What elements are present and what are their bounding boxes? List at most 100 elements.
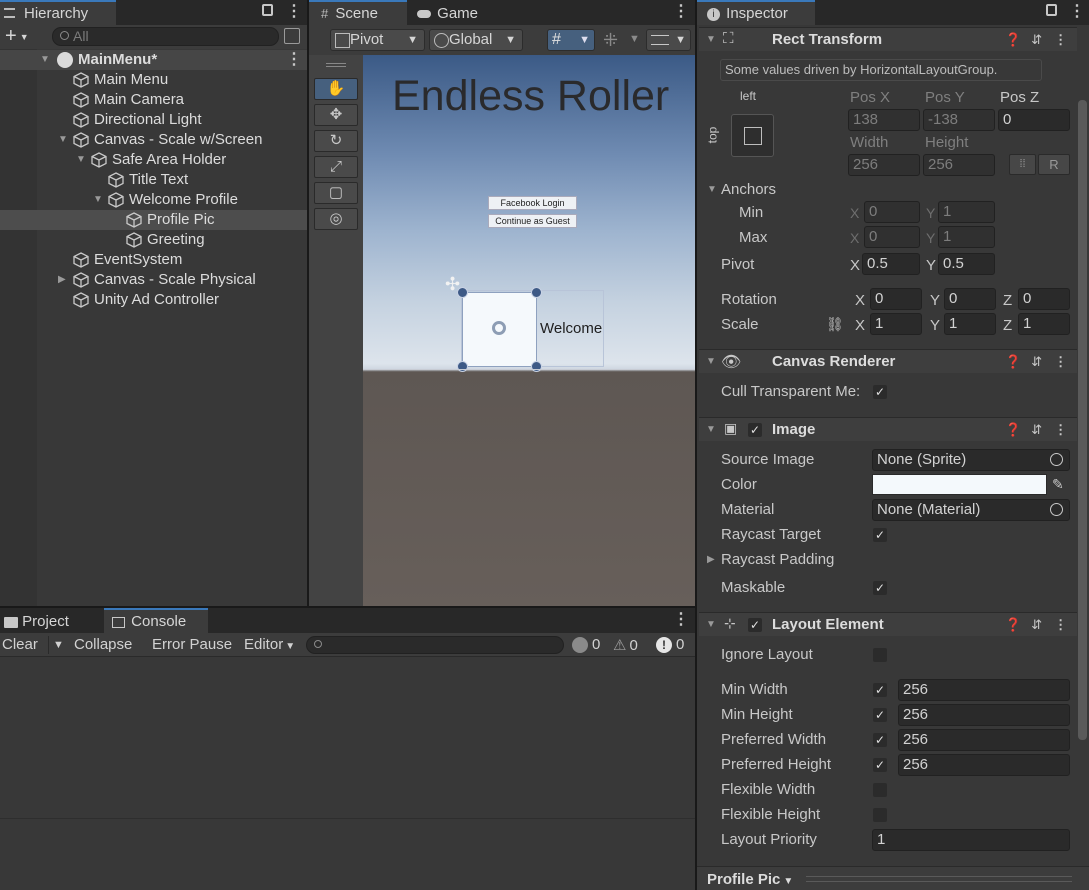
pivot-y-field[interactable]: 0.5 bbox=[938, 253, 995, 275]
min-height-field[interactable]: 256 bbox=[898, 704, 1070, 726]
rotation-z-field[interactable]: 0 bbox=[1018, 288, 1070, 310]
ignore-layout-checkbox[interactable] bbox=[873, 648, 887, 662]
min-width-field[interactable]: 256 bbox=[898, 679, 1070, 701]
handle-icon[interactable] bbox=[457, 361, 468, 372]
object-picker-icon[interactable] bbox=[1050, 453, 1063, 466]
pivot-dropdown[interactable]: Pivot ▼ bbox=[330, 29, 425, 51]
hierarchy-row-title-text[interactable]: Title Text bbox=[0, 170, 307, 190]
material-field[interactable]: None (Material) bbox=[872, 499, 1070, 521]
hierarchy-row-main-menu[interactable]: Main Menu bbox=[0, 70, 307, 90]
component-icons[interactable]: ❓ ⇵ ⋮ bbox=[1005, 28, 1067, 52]
hierarchy-row-greeting[interactable]: Greeting bbox=[0, 230, 307, 250]
layout-element-enabled-checkbox[interactable]: ✓ bbox=[748, 618, 762, 632]
anchor-presets-button[interactable] bbox=[731, 114, 774, 157]
scene-menu-icon[interactable]: ⋮ bbox=[673, 1, 689, 23]
transform-tool[interactable]: ◎ bbox=[314, 208, 358, 230]
snap-increment-icon[interactable]: ⁜ bbox=[603, 30, 618, 50]
continue-as-guest-button[interactable]: Continue as Guest bbox=[488, 214, 577, 228]
expand-arrow-icon[interactable]: ▼ bbox=[40, 50, 50, 70]
flexible-width-checkbox[interactable] bbox=[873, 783, 887, 797]
component-icons[interactable]: ❓ ⇵ ⋮ bbox=[1005, 350, 1067, 374]
image-header[interactable]: ▼ ▣ ✓ Image ❓ ⇵ ⋮ bbox=[699, 417, 1077, 441]
rect-tool[interactable]: ▢ bbox=[314, 182, 358, 204]
scale-z-field[interactable]: 1 bbox=[1018, 313, 1070, 335]
color-swatch[interactable] bbox=[872, 474, 1047, 495]
scene-visibility-icon[interactable] bbox=[284, 28, 300, 44]
error-count-toggle[interactable]: ! 0 bbox=[656, 636, 684, 654]
scale-x-field[interactable]: 1 bbox=[870, 313, 922, 335]
preferred-height-field[interactable]: 256 bbox=[898, 754, 1070, 776]
expand-arrow-icon[interactable]: ▼ bbox=[76, 150, 86, 170]
help-icon[interactable]: ❓ bbox=[1005, 617, 1021, 632]
cull-transparent-checkbox[interactable]: ✓ bbox=[873, 385, 887, 399]
foldout-arrow-icon[interactable]: ▼ bbox=[706, 352, 716, 372]
help-icon[interactable]: ❓ bbox=[1005, 354, 1021, 369]
hierarchy-row-eventsystem[interactable]: EventSystem bbox=[0, 250, 307, 270]
expand-arrow-icon[interactable]: ▼ bbox=[93, 190, 103, 210]
hierarchy-row-safe-area-holder[interactable]: ▼ Safe Area Holder bbox=[0, 150, 307, 170]
clear-button[interactable]: Clear bbox=[2, 636, 38, 653]
preset-icon[interactable]: ⇵ bbox=[1031, 422, 1042, 437]
preferred-width-field[interactable]: 256 bbox=[898, 729, 1070, 751]
console-search-input[interactable] bbox=[306, 636, 564, 654]
tab-scene[interactable]: # Scene bbox=[309, 0, 407, 25]
component-menu-icon[interactable]: ⋮ bbox=[1054, 617, 1067, 632]
clear-options-dropdown[interactable]: ▼ bbox=[48, 636, 68, 654]
component-icons[interactable]: ❓ ⇵ ⋮ bbox=[1005, 418, 1067, 442]
tab-game[interactable]: Game bbox=[409, 0, 499, 25]
rect-transform-header[interactable]: ▼ ⛶ Rect Transform ❓ ⇵ ⋮ bbox=[699, 27, 1077, 51]
move-tool[interactable]: ✥ bbox=[314, 104, 358, 126]
increment-snap-button[interactable]: ▼ bbox=[646, 29, 691, 51]
rotation-y-field[interactable]: 0 bbox=[944, 288, 996, 310]
handle-icon[interactable] bbox=[531, 361, 542, 372]
help-icon[interactable]: ❓ bbox=[1005, 422, 1021, 437]
anchors-foldout-icon[interactable]: ▼ bbox=[707, 180, 717, 200]
lock-icon[interactable] bbox=[1046, 4, 1057, 16]
expand-arrow-icon[interactable]: ▶ bbox=[58, 270, 66, 290]
anchor-icon[interactable]: ✣ bbox=[445, 274, 460, 295]
hierarchy-row-welcome-profile[interactable]: ▼ Welcome Profile bbox=[0, 190, 307, 210]
raw-edit-button[interactable]: R bbox=[1038, 154, 1070, 175]
hierarchy-row-main-camera[interactable]: Main Camera bbox=[0, 90, 307, 110]
hierarchy-row-profile-pic[interactable]: Profile Pic bbox=[0, 210, 307, 230]
object-picker-icon[interactable] bbox=[1050, 503, 1063, 516]
lock-icon[interactable] bbox=[262, 4, 273, 16]
console-menu-icon[interactable]: ⋮ bbox=[673, 609, 689, 631]
flexible-height-checkbox[interactable] bbox=[873, 808, 887, 822]
eyedropper-icon[interactable]: ✎ bbox=[1052, 476, 1064, 493]
component-icons[interactable]: ❓ ⇵ ⋮ bbox=[1005, 613, 1067, 637]
tab-hierarchy[interactable]: Hierarchy bbox=[0, 0, 116, 25]
component-menu-icon[interactable]: ⋮ bbox=[1054, 32, 1067, 47]
inspector-scrollbar[interactable] bbox=[1078, 100, 1087, 740]
raycast-target-checkbox[interactable]: ✓ bbox=[873, 528, 887, 542]
preset-icon[interactable]: ⇵ bbox=[1031, 617, 1042, 632]
hierarchy-menu-icon[interactable]: ⋮ bbox=[286, 1, 302, 23]
scene-menu-icon[interactable]: ⋮ bbox=[286, 49, 302, 71]
expand-arrow-icon[interactable]: ▼ bbox=[58, 130, 68, 150]
rotate-tool[interactable]: ↻ bbox=[314, 130, 358, 152]
tab-inspector[interactable]: i Inspector bbox=[697, 0, 815, 25]
scale-y-field[interactable]: 1 bbox=[944, 313, 996, 335]
preset-icon[interactable]: ⇵ bbox=[1031, 354, 1042, 369]
preferred-width-checkbox[interactable]: ✓ bbox=[873, 733, 887, 747]
preset-icon[interactable]: ⇵ bbox=[1031, 32, 1042, 47]
hierarchy-row-canvas-scale-screen[interactable]: ▼ Canvas - Scale w/Screen bbox=[0, 130, 307, 150]
collapse-button[interactable]: Collapse bbox=[74, 636, 132, 653]
add-object-button[interactable]: + ▼ bbox=[5, 25, 29, 48]
warning-count-toggle[interactable]: ⚠ 0 bbox=[613, 636, 638, 654]
info-count-toggle[interactable]: 0 bbox=[572, 636, 600, 654]
layout-priority-field[interactable]: 1 bbox=[872, 829, 1070, 851]
help-icon[interactable]: ❓ bbox=[1005, 32, 1021, 47]
footer-drag-handle[interactable] bbox=[806, 876, 1072, 882]
posz-field[interactable]: 0 bbox=[998, 109, 1070, 131]
preferred-height-checkbox[interactable]: ✓ bbox=[873, 758, 887, 772]
component-menu-icon[interactable]: ⋮ bbox=[1054, 422, 1067, 437]
hierarchy-row-canvas-scale-physical[interactable]: ▶ Canvas - Scale Physical bbox=[0, 270, 307, 290]
min-width-checkbox[interactable]: ✓ bbox=[873, 683, 887, 697]
global-dropdown[interactable]: Global ▼ bbox=[429, 29, 523, 51]
constrain-proportions-icon[interactable]: ⛓ bbox=[826, 316, 844, 333]
image-enabled-checkbox[interactable]: ✓ bbox=[748, 423, 762, 437]
scale-tool[interactable]: ⤢ bbox=[314, 156, 358, 178]
handle-icon[interactable] bbox=[531, 287, 542, 298]
hierarchy-row-mainmenu[interactable]: ▼ MainMenu* ⋮ bbox=[0, 50, 307, 70]
